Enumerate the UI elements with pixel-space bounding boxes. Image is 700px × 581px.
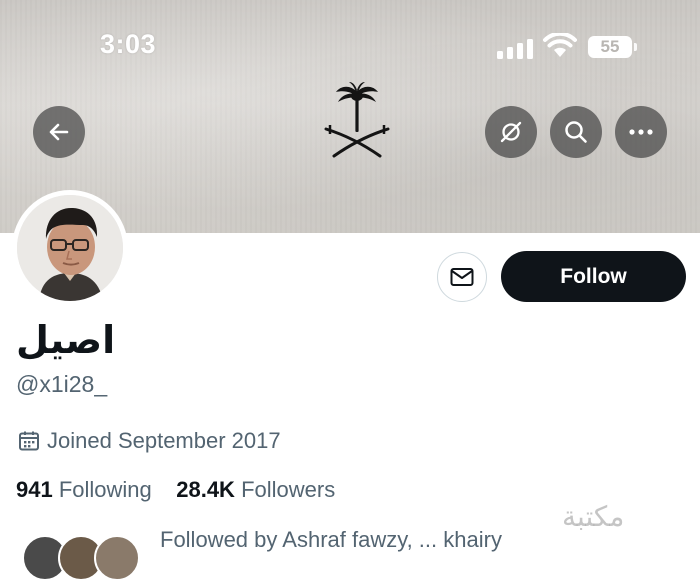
wifi-icon — [543, 33, 577, 57]
back-button[interactable] — [33, 106, 85, 158]
battery-indicator: 55 — [588, 36, 632, 58]
watermark: مكتبة — [562, 500, 625, 533]
follower-avatar[interactable] — [94, 535, 140, 581]
following-count: 941 — [16, 477, 53, 502]
followers-link[interactable]: 28.4K Followers — [176, 477, 335, 502]
follow-stats: 941 Following 28.4K Followers — [16, 477, 335, 503]
avatar[interactable] — [17, 195, 123, 301]
notification-off-icon — [500, 121, 522, 143]
joined-date: Joined September 2017 — [18, 428, 281, 454]
notification-off-button[interactable] — [485, 106, 537, 158]
following-label: Following — [58, 477, 152, 502]
more-button[interactable] — [615, 106, 667, 158]
message-button[interactable] — [437, 252, 487, 302]
status-time: 3:03 — [100, 29, 157, 59]
user-handle: @x1i28_ — [16, 371, 108, 397]
search-icon — [565, 121, 587, 143]
battery-tip — [634, 43, 637, 51]
display-name: اصيل — [16, 318, 116, 362]
calendar-icon — [19, 431, 39, 451]
followers-count: 28.4K — [176, 477, 235, 502]
search-button[interactable] — [550, 106, 602, 158]
follow-button[interactable]: Follow — [501, 251, 686, 302]
more-icon — [629, 129, 653, 135]
joined-text: Joined September 2017 — [47, 428, 281, 453]
profile-photo — [17, 195, 123, 301]
followers-label: Followers — [241, 477, 336, 502]
palm-and-swords-emblem — [324, 82, 390, 158]
arrow-left-icon — [49, 123, 69, 141]
envelope-icon — [450, 268, 474, 286]
cellular-signal-icon — [497, 37, 533, 59]
following-link[interactable]: 941 Following — [16, 477, 152, 502]
followed-by-text[interactable]: Followed by Ashraf fawzy, ... khairy — [160, 527, 502, 553]
